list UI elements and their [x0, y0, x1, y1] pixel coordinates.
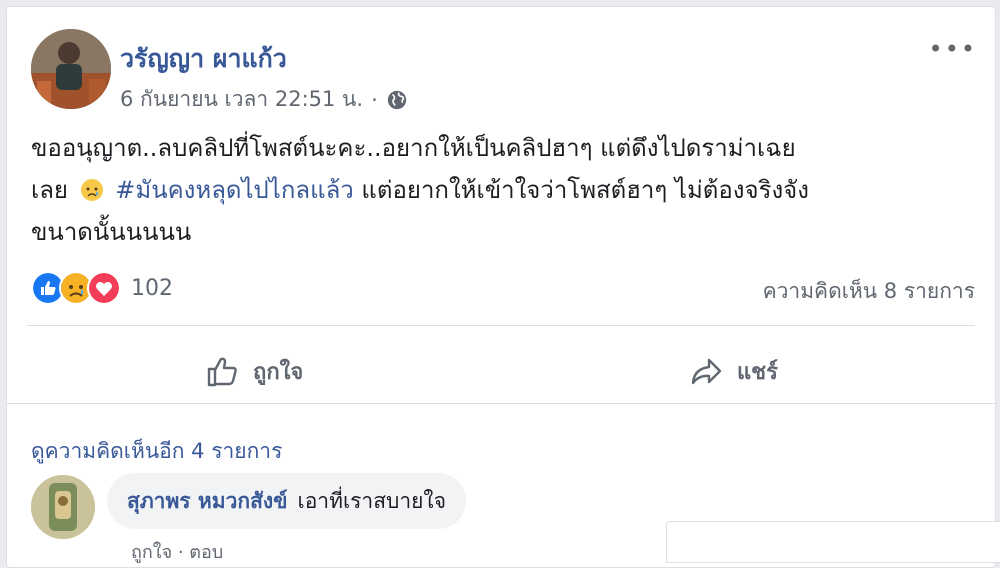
reaction-count: 102: [131, 275, 173, 301]
commenter-avatar[interactable]: [31, 475, 95, 539]
hashtag-link[interactable]: #มันคงหลุดไปไกลแล้ว: [115, 176, 354, 204]
comment-composer-box[interactable]: [666, 521, 1000, 563]
post-text-line-2: เลย #มันคงหลุดไปไกลแล้ว แต่อยากให้เข้าใจ…: [31, 169, 971, 211]
post-card: วรัญญา ผาแก้ว 6 กันยายน เวลา 22:51 น. · …: [6, 6, 996, 568]
like-label: ถูกใจ: [253, 359, 304, 385]
like-button[interactable]: ถูกใจ: [205, 341, 303, 401]
comment-bubble: สุภาพร หมวกสังข์ เอาที่เราสบายใจ: [107, 473, 466, 529]
post-body: ขออนุญาต..ลบคลิปที่โพสต์นะคะ..อยากให้เป็…: [31, 127, 971, 253]
view-more-comments-link[interactable]: ดูความคิดเห็นอีก 4 รายการ: [31, 435, 282, 468]
more-options-icon[interactable]: •••: [929, 35, 977, 63]
post-meta: 6 กันยายน เวลา 22:51 น. ·: [120, 83, 408, 116]
share-arrow-icon: [691, 358, 722, 385]
post-text-line-1: ขออนุญาต..ลบคลิปที่โพสต์นะคะ..อยากให้เป็…: [31, 134, 796, 162]
share-label: แชร์: [737, 359, 778, 385]
commenter-photo: [31, 475, 95, 539]
author-avatar[interactable]: [31, 29, 111, 109]
post-text-word: เลย: [31, 176, 68, 204]
commenter-name[interactable]: สุภาพร หมวกสังข์: [127, 485, 288, 518]
comment-count-link[interactable]: ความคิดเห็น 8 รายการ: [763, 275, 975, 308]
post-timestamp[interactable]: 6 กันยายน เวลา 22:51 น.: [120, 83, 363, 116]
thumbs-up-icon: [207, 357, 237, 387]
globe-icon[interactable]: [386, 89, 408, 111]
sad-emoji-icon: [80, 179, 103, 201]
post-text-continuation: แต่อยากให้เข้าใจว่าโพสต์ฮาๆ ไม่ต้องจริงจ…: [361, 176, 809, 204]
divider: [27, 325, 975, 326]
comment-text: เอาที่เราสบายใจ: [297, 488, 446, 513]
love-icon: [87, 271, 121, 305]
divider: [7, 403, 995, 404]
reaction-summary[interactable]: 102: [31, 271, 173, 305]
meta-separator: ·: [371, 87, 378, 112]
post-text-line-3: ขนาดนั้นนนนน: [31, 218, 192, 246]
comment-actions[interactable]: ถูกใจ · ตอบ: [131, 537, 223, 566]
author-photo: [31, 29, 111, 109]
share-button[interactable]: แชร์: [689, 341, 778, 401]
author-name[interactable]: วรัญญา ผาแก้ว: [120, 39, 287, 79]
